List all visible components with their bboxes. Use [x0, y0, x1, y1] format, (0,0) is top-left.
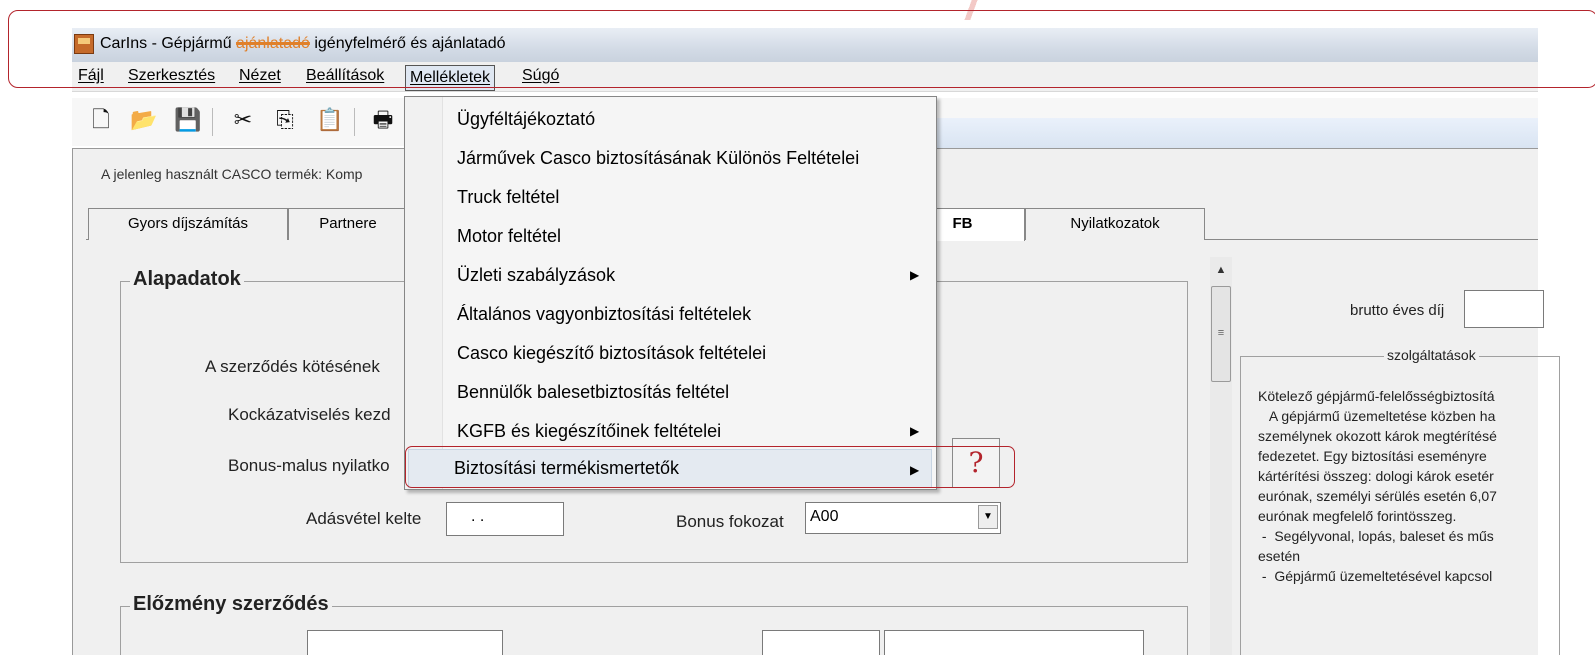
- adasvetel-date-input[interactable]: . .: [446, 502, 564, 536]
- menu-item-bennulok[interactable]: Bennülők balesetbiztosítás feltétel: [457, 373, 729, 412]
- casco-product-text: A jelenleg használt CASCO termék: Komp: [101, 166, 363, 182]
- menu-item-truck-feltetel[interactable]: Truck feltétel: [457, 178, 559, 217]
- tab-gyors-dijszamitas[interactable]: Gyors díjszámítás: [88, 208, 288, 240]
- dropdown-icon-gutter: [405, 97, 443, 489]
- print-icon[interactable]: 🖶: [370, 108, 396, 134]
- paste-icon[interactable]: 📋: [316, 108, 343, 134]
- menu-item-motor-feltetel[interactable]: Motor feltétel: [457, 217, 561, 256]
- brutto-eves-dij-label: brutto éves díj: [1350, 302, 1445, 319]
- szolgaltatasok-title: szolgáltatások: [1384, 347, 1479, 363]
- cut-icon[interactable]: ✂: [230, 108, 256, 134]
- szolgaltatasok-text: Kötelező gépjármű-felelősségbiztosítá A …: [1258, 388, 1497, 584]
- copy-icon[interactable]: ⎘: [272, 108, 298, 134]
- new-document-icon[interactable]: 🗋: [88, 108, 114, 134]
- submenu-arrow-icon: ▶: [910, 268, 920, 282]
- menu-item-ugyfeltajekoztato[interactable]: Ügyféltájékoztató: [457, 100, 595, 139]
- toolbar-separator: [212, 108, 213, 136]
- elozmeny-field-2[interactable]: [884, 630, 1144, 655]
- adasvetel-label: Adásvétel kelte: [306, 509, 422, 528]
- kockazatviseles-label: Kockázatviselés kezd: [228, 405, 391, 424]
- menu-item-altalanos-vagyon[interactable]: Általános vagyonbiztosítási feltételek: [457, 295, 751, 334]
- scroll-grip-icon: ≡: [1217, 327, 1225, 339]
- open-folder-icon[interactable]: 📂: [130, 108, 157, 134]
- menu-item-jarmuvek-casco[interactable]: Járművek Casco biztosításának Különös Fe…: [457, 139, 859, 178]
- toolbar-strip: [935, 118, 1538, 148]
- save-icon[interactable]: 💾: [174, 108, 201, 134]
- scroll-up-arrow-icon[interactable]: ▲: [1210, 259, 1232, 281]
- highlight-callout: [405, 446, 1015, 488]
- elozmeny-field-1[interactable]: [762, 630, 880, 655]
- bonus-fokozat-label: Bonus fokozat: [676, 512, 784, 531]
- tab-partnerek[interactable]: Partnere: [288, 208, 408, 240]
- bonus-fokozat-combo[interactable]: A00 ▼: [805, 502, 1001, 534]
- brutto-eves-dij-input[interactable]: [1464, 290, 1544, 328]
- szerzodes-kotes-label: A szerződés kötésének: [205, 357, 380, 376]
- title-menu-callout: [8, 10, 1595, 88]
- toolbar-separator: [354, 108, 355, 136]
- bonus-malus-label: Bonus-malus nyilatko: [228, 456, 390, 475]
- chevron-down-icon[interactable]: ▼: [978, 505, 998, 529]
- elozmeny-title: Előzmény szerződés: [130, 593, 332, 616]
- elozmeny-combo[interactable]: [307, 630, 503, 655]
- alapadatok-title: Alapadatok: [130, 268, 244, 291]
- menu-item-uzleti-szabalyzasok[interactable]: Üzleti szabályzások: [457, 256, 615, 295]
- bonus-fokozat-value: A00: [810, 508, 839, 525]
- tab-nyilatkozatok[interactable]: Nyilatkozatok: [1025, 208, 1205, 240]
- menu-item-casco-kiegeszito[interactable]: Casco kiegészítő biztosítások feltételei: [457, 334, 766, 373]
